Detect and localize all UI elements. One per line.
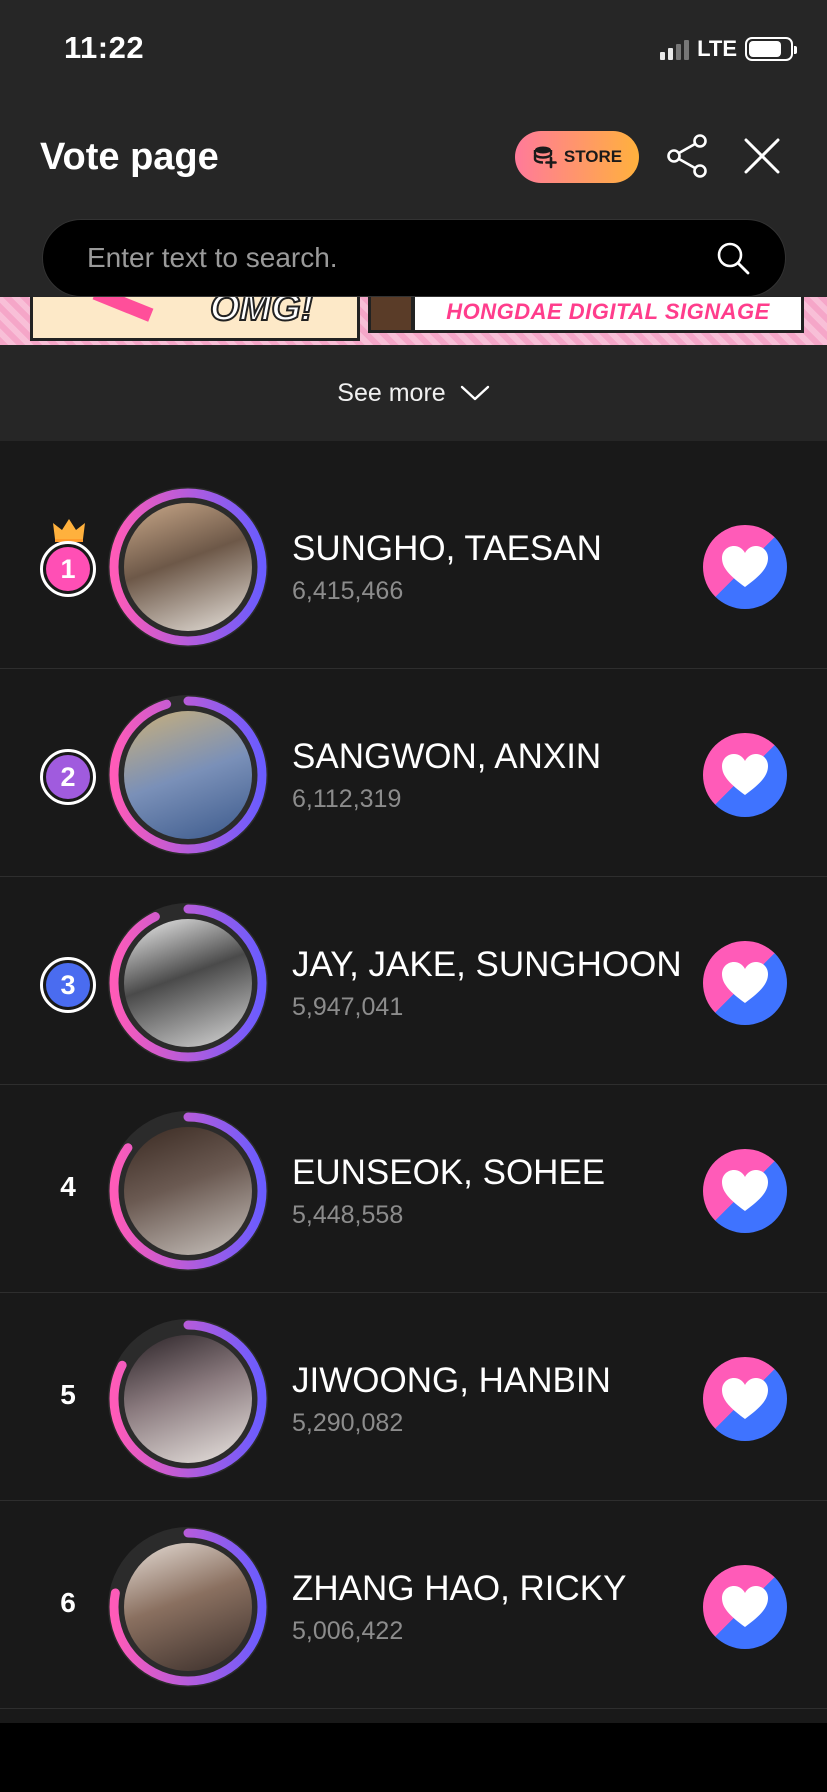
heart-icon	[722, 754, 768, 795]
share-button[interactable]	[664, 132, 712, 180]
ranking-list: 1 SUNGHO, TAESAN 6,415,466 2 SANGWON, AN…	[0, 441, 827, 1723]
vote-count: 5,947,041	[292, 993, 404, 1021]
rank-number: 6	[60, 1587, 76, 1618]
search-bar	[42, 219, 786, 297]
rank-number: 4	[60, 1171, 76, 1202]
vote-count: 6,112,319	[292, 785, 402, 813]
heart-icon	[722, 546, 768, 587]
promo-banner[interactable]: OMG! HONGDAE DIGITAL SIGNAGE	[0, 297, 827, 345]
candidate-name: JIWOONG, HANBIN	[292, 1361, 611, 1400]
coin-stack-plus-icon	[533, 146, 557, 169]
banner-omg-text: OMG!	[209, 297, 314, 330]
rank-number: 5	[60, 1379, 76, 1410]
candidate-avatar	[124, 919, 252, 1047]
banner-caption-box: HONGDAE DIGITAL SIGNAGE	[412, 297, 804, 333]
candidate-name: EUNSEOK, SOHEE	[292, 1153, 606, 1192]
banner-caption: HONGDAE DIGITAL SIGNAGE	[446, 298, 770, 324]
candidate-avatar	[124, 1543, 252, 1671]
vote-count: 5,448,558	[292, 1201, 404, 1229]
vote-count: 5,290,082	[292, 1409, 404, 1437]
see-more-label: See more	[337, 378, 446, 407]
candidate-avatar	[124, 503, 252, 631]
candidate-name: SANGWON, ANXIN	[292, 737, 602, 776]
status-time: 11:22	[64, 30, 145, 65]
vote-button[interactable]	[703, 1357, 787, 1441]
rank-badge: 2	[40, 749, 96, 805]
page-title: Vote page	[40, 136, 219, 178]
candidate-name: ZHANG HAO, RICKY	[292, 1569, 627, 1608]
heart-icon	[722, 962, 768, 1003]
ranking-row[interactable]: 3 JAY, JAKE, SUNGHOON 5,947,041	[0, 877, 827, 1085]
vote-count: 5,006,422	[292, 1617, 404, 1645]
rank-badge: 1	[40, 541, 96, 597]
share-icon	[667, 134, 707, 178]
signal-icon	[660, 38, 690, 60]
store-button[interactable]: STORE	[515, 131, 639, 183]
vote-button[interactable]	[703, 733, 787, 817]
bottom-bar	[0, 1723, 827, 1792]
candidate-avatar	[124, 1335, 252, 1463]
rank-number: 3	[46, 963, 90, 1007]
rank-badge: 3	[40, 957, 96, 1013]
vote-button[interactable]	[703, 525, 787, 609]
crown-icon	[53, 519, 85, 542]
status-bar: 11:22 LTE	[0, 0, 827, 100]
network-type: LTE	[697, 36, 737, 61]
header: Vote page STORE	[0, 100, 827, 300]
candidate-name: JAY, JAKE, SUNGHOON	[292, 945, 682, 984]
heart-icon	[722, 1378, 768, 1419]
ranking-row[interactable]: 1 SUNGHO, TAESAN 6,415,466	[0, 461, 827, 669]
rank-number: 2	[46, 755, 90, 799]
vote-count: 6,415,466	[292, 577, 404, 605]
candidate-name: SUNGHO, TAESAN	[292, 529, 602, 568]
heart-icon	[722, 1170, 768, 1211]
candidate-avatar	[124, 711, 252, 839]
ranking-row[interactable]: 4 EUNSEOK, SOHEE 5,448,558	[0, 1085, 827, 1293]
vote-button[interactable]	[703, 1565, 787, 1649]
ranking-row[interactable]: 6 ZHANG HAO, RICKY 5,006,422	[0, 1501, 827, 1709]
store-label: STORE	[563, 147, 623, 166]
see-more-button[interactable]: See more	[0, 345, 827, 441]
search-icon[interactable]	[715, 240, 751, 276]
vote-button[interactable]	[703, 941, 787, 1025]
chevron-down-icon	[460, 385, 489, 401]
vote-button[interactable]	[703, 1149, 787, 1233]
rank-number: 1	[46, 547, 90, 591]
heart-icon	[722, 1586, 768, 1627]
search-input[interactable]	[87, 220, 687, 296]
battery-icon	[745, 37, 797, 61]
banner-image	[368, 297, 414, 333]
candidate-avatar	[124, 1127, 252, 1255]
ranking-row[interactable]: 2 SANGWON, ANXIN 6,112,319	[0, 669, 827, 877]
close-icon	[744, 138, 780, 174]
ranking-row[interactable]: 5 JIWOONG, HANBIN 5,290,082	[0, 1293, 827, 1501]
close-button[interactable]	[738, 132, 786, 180]
status-indicators: LTE	[660, 36, 797, 62]
